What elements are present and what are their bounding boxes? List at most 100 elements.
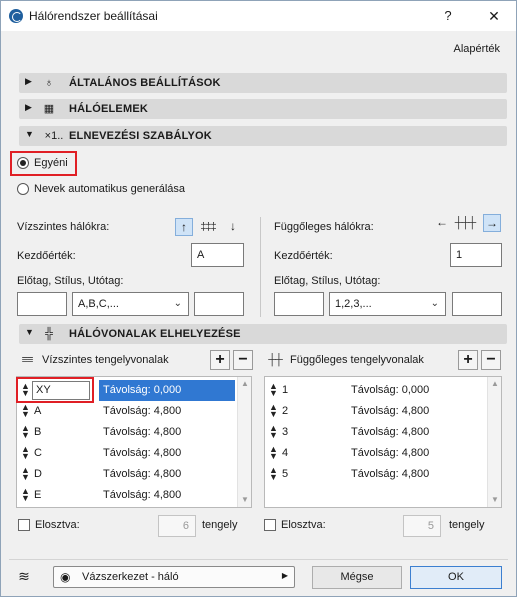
horizontal-start-input[interactable]: A [191,243,244,267]
vertical-suffix-input[interactable] [452,292,502,316]
horizontal-format-label: Előtag, Stílus, Utótag: [17,275,124,287]
list-item[interactable]: ▲ ▼ C Távolság: 4,800 [17,443,251,464]
add-horizontal-axis-button[interactable]: + [210,350,230,370]
window-title: Hálórendszer beállításai [29,9,158,23]
vertical-start-input[interactable]: 1 [450,243,502,267]
horizontal-list-scrollbar[interactable]: ▲ ▼ [237,377,251,507]
horizontal-suffix-input[interactable] [194,292,244,316]
horizontal-prefix-input[interactable] [17,292,67,316]
vertical-distribute-input[interactable]: 5 [403,515,441,537]
view-select[interactable]: ◉ Vázszerkezet - háló ▶ [53,566,295,588]
collapse-arrow-icon: ▼ [25,129,34,139]
list-item[interactable]: ▲ ▼ A Távolság: 4,800 [17,401,251,422]
horizontal-distribute-checkbox[interactable] [18,519,30,531]
pin-icon: ♁ [44,77,54,89]
app-logo-icon [9,9,23,23]
vertical-style-select[interactable]: 1,2,3,... ⌄ [329,292,446,316]
axis-name: 1 [282,384,289,396]
horizontal-axis-unit-label: tengely [202,519,238,531]
arrow-down-button[interactable]: ↓ [224,218,242,236]
ok-button[interactable]: OK [410,566,502,589]
vertical-list-scrollbar[interactable]: ▲ ▼ [487,377,501,507]
grid-glyph-icon: ‡‡‡ [200,221,216,233]
axis-distance: Távolság: 4,800 [351,405,430,417]
vertical-axes-list[interactable]: ▲ ▼ 1 Távolság: 0,000 ▲ ▼ 2 Távolság: 4,80… [264,376,502,508]
remove-horizontal-axis-button[interactable]: − [233,350,253,370]
section-general[interactable]: ▶ ♁ ÁLTALÁNOS BEÁLLÍTÁSOK [19,73,507,93]
view-select-value: Vázszerkezet - háló [82,571,179,583]
axis-distance: Távolság: 4,800 [351,426,430,438]
cancel-button[interactable]: Mégse [312,566,402,589]
axis-distance: Távolság: 4,800 [103,468,182,480]
axis-name: A [34,405,42,417]
horizontal-distribute-input[interactable]: 6 [158,515,196,537]
scroll-down-icon[interactable]: ▼ [238,493,252,507]
axis-distance: Távolság: 0,000 [103,384,182,396]
dialog-window: Hálórendszer beállításai ? ✕ Alapérték ▶… [0,0,517,597]
axis-distance: Távolság: 0,000 [351,384,430,396]
list-item[interactable]: ▲ ▼ D Távolság: 4,800 [17,464,251,485]
section-naming[interactable]: ▼ ×1.. ELNEVEZÉSI SZABÁLYOK [19,126,507,146]
vertical-axes-title: Függőleges tengelyvonalak [290,354,424,366]
scroll-up-icon[interactable]: ▲ [488,377,502,391]
list-item[interactable]: ▲ ▼ E Távolság: 4,800 [17,485,251,506]
drag-handle-icon[interactable]: ▲ ▼ [21,403,30,419]
list-item[interactable]: ▲ ▼ 5 Távolság: 4,800 [265,464,501,485]
section-placement[interactable]: ▼ ╬ HÁLÓVONALAK ELHELYEZÉSE [19,324,507,344]
radio-custom[interactable]: Egyéni [17,154,68,172]
defaults-link[interactable]: Alapérték [454,43,500,55]
expand-arrow-icon: ▶ [25,102,32,112]
list-item[interactable]: ▲ ▼ 2 Távolság: 4,800 [265,401,501,422]
drag-handle-icon[interactable]: ▲ ▼ [21,424,30,440]
drag-handle-icon[interactable]: ▲ ▼ [269,382,278,398]
axis-distance: Távolság: 4,800 [103,426,182,438]
radio-auto-label: Nevek automatikus generálása [34,183,186,195]
axis-name: B [34,426,42,438]
close-button[interactable]: ✕ [483,5,505,27]
drag-handle-icon[interactable]: ▲ ▼ [21,445,30,461]
list-item[interactable]: ▲ ▼ B Távolság: 4,800 [17,422,251,443]
horizontal-naming-label: Vízszintes hálókra: [17,221,110,233]
vertical-axis-unit-label: tengely [449,519,485,531]
section-placement-title: HÁLÓVONALAK ELHELYEZÉSE [69,328,241,340]
radio-auto-button[interactable] [17,183,29,195]
horizontal-start-label: Kezdőérték: [17,250,76,262]
drag-handle-icon[interactable]: ▲ ▼ [269,445,278,461]
vertical-distribute-checkbox[interactable] [264,519,276,531]
axis-name: C [34,447,42,459]
section-naming-title: ELNEVEZÉSI SZABÁLYOK [69,130,212,142]
layers-icon[interactable]: ≋ [16,568,32,584]
radio-auto[interactable]: Nevek automatikus generálása [17,180,185,198]
highlight-axis-name [16,377,94,403]
axis-name: 2 [282,405,289,417]
naming-icon: ×1.. [44,130,64,142]
horizontal-axes-icon: ≡≡ [21,354,34,366]
drag-handle-icon[interactable]: ▲ ▼ [269,424,278,440]
vertical-format-label: Előtag, Stílus, Utótag: [274,275,381,287]
help-button[interactable]: ? [437,5,459,27]
list-item[interactable]: ▲ ▼ 1 Távolság: 0,000 [265,380,501,401]
horizontal-style-select[interactable]: A,B,C,... ⌄ [72,292,189,316]
scroll-up-icon[interactable]: ▲ [238,377,252,391]
list-item[interactable]: ▲ ▼ 4 Távolság: 4,800 [265,443,501,464]
arrow-up-button[interactable]: ↑ [175,218,193,236]
section-elements[interactable]: ▶ ▦ HÁLÓELEMEK [19,99,507,119]
dialog-footer: ≋ ◉ Vázszerkezet - háló ▶ Mégse OK [1,559,516,596]
drag-handle-icon[interactable]: ▲ ▼ [21,487,30,503]
vertical-grid-glyph-icon: ┼┼┼ [454,217,476,229]
remove-vertical-axis-button[interactable]: − [481,350,501,370]
add-vertical-axis-button[interactable]: + [458,350,478,370]
naming-divider [260,217,261,317]
list-item[interactable]: ▲ ▼ 3 Távolság: 4,800 [265,422,501,443]
scroll-down-icon[interactable]: ▼ [488,493,502,507]
arrow-right-button[interactable]: → [483,214,501,232]
drag-handle-icon[interactable]: ▲ ▼ [269,466,278,482]
drag-handle-icon[interactable]: ▲ ▼ [269,403,278,419]
arrow-left-button[interactable]: ← [433,214,451,232]
axis-name: 3 [282,426,289,438]
vertical-prefix-input[interactable] [274,292,324,316]
vertical-start-label: Kezdőérték: [274,250,333,262]
drag-handle-icon[interactable]: ▲ ▼ [21,466,30,482]
radio-custom-button[interactable] [17,157,29,169]
footer-divider [9,559,508,560]
